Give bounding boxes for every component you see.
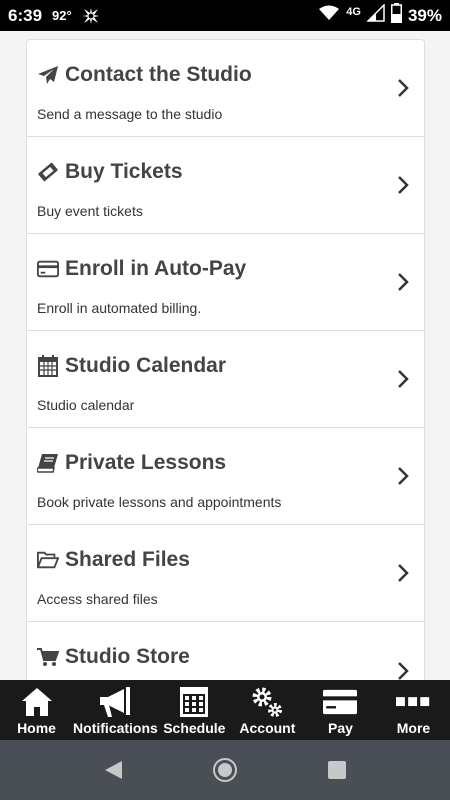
tab-account[interactable]: Account bbox=[231, 680, 304, 740]
tab-label: Schedule bbox=[163, 720, 226, 736]
menu-item-description: Studio calendar bbox=[37, 397, 135, 413]
schedule-grid-icon bbox=[177, 685, 211, 719]
main-content: Contact the Studio Send a message to the… bbox=[0, 31, 450, 680]
tab-label: Account bbox=[239, 720, 296, 736]
tab-label: Pay bbox=[327, 720, 353, 736]
chevron-right-icon bbox=[396, 76, 410, 100]
menu-item-studio-store[interactable]: Studio Store bbox=[27, 622, 424, 680]
tab-label: More bbox=[396, 720, 431, 736]
card-icon bbox=[323, 685, 358, 719]
battery-percent: 39% bbox=[407, 5, 442, 25]
menu-card-list: Contact the Studio Send a message to the… bbox=[26, 39, 425, 680]
menu-item-title: Buy Tickets bbox=[65, 160, 183, 183]
tab-notifications[interactable]: Notifications bbox=[73, 680, 158, 740]
recents-button[interactable] bbox=[324, 757, 350, 783]
menu-item-title: Private Lessons bbox=[65, 451, 227, 474]
wifi-icon bbox=[318, 5, 340, 26]
status-time: 6:39 bbox=[8, 5, 43, 25]
folder-open-icon bbox=[37, 549, 59, 571]
megaphone-icon bbox=[98, 685, 132, 719]
ticket-icon bbox=[37, 161, 59, 183]
back-button[interactable] bbox=[100, 757, 126, 783]
chevron-right-icon bbox=[396, 659, 410, 681]
shopping-cart-icon bbox=[37, 646, 59, 668]
home-icon bbox=[20, 685, 54, 719]
system-nav-bar bbox=[0, 740, 450, 800]
chevron-right-icon bbox=[396, 367, 410, 391]
menu-item-private-lessons[interactable]: Private Lessons Book private lessons and… bbox=[27, 428, 424, 525]
signal-icon bbox=[366, 3, 385, 27]
gears-icon bbox=[250, 685, 284, 719]
tab-label: Notifications bbox=[73, 720, 158, 736]
bottom-tab-bar: Home Notifications Schedule Account Pay … bbox=[0, 680, 450, 740]
status-right-group: 4G 39% bbox=[318, 3, 442, 28]
calendar-icon bbox=[37, 355, 59, 377]
credit-card-icon bbox=[37, 258, 59, 280]
menu-item-title: Contact the Studio bbox=[65, 63, 252, 86]
more-dots-icon bbox=[396, 685, 430, 719]
tab-home[interactable]: Home bbox=[0, 680, 73, 740]
menu-item-description: Buy event tickets bbox=[37, 203, 143, 219]
status-bar: 6:39 92° 4G 39% bbox=[0, 0, 450, 31]
menu-item-title: Shared Files bbox=[65, 548, 190, 571]
menu-item-title: Enroll in Auto-Pay bbox=[65, 257, 247, 280]
app-notification-icon bbox=[82, 7, 100, 25]
menu-item-description: Book private lessons and appointments bbox=[37, 494, 282, 510]
chevron-right-icon bbox=[396, 464, 410, 488]
battery-icon bbox=[390, 3, 402, 28]
chevron-right-icon bbox=[396, 561, 410, 585]
menu-item-title: Studio Store bbox=[65, 645, 190, 668]
book-icon bbox=[37, 452, 59, 474]
menu-item-description: Send a message to the studio bbox=[37, 106, 223, 122]
menu-item-buy-tickets[interactable]: Buy Tickets Buy event tickets bbox=[27, 137, 424, 234]
network-type: 4G bbox=[346, 5, 361, 18]
chevron-right-icon bbox=[396, 173, 410, 197]
home-button[interactable] bbox=[212, 757, 238, 783]
status-temperature: 92° bbox=[52, 8, 72, 23]
chevron-right-icon bbox=[396, 270, 410, 294]
paper-plane-icon bbox=[37, 64, 59, 86]
menu-item-auto-pay[interactable]: Enroll in Auto-Pay Enroll in automated b… bbox=[27, 234, 424, 331]
menu-item-description: Access shared files bbox=[37, 591, 158, 607]
tab-pay[interactable]: Pay bbox=[304, 680, 377, 740]
menu-item-studio-calendar[interactable]: Studio Calendar Studio calendar bbox=[27, 331, 424, 428]
tab-more[interactable]: More bbox=[377, 680, 450, 740]
tab-schedule[interactable]: Schedule bbox=[158, 680, 231, 740]
menu-item-description: Enroll in automated billing. bbox=[37, 300, 202, 316]
tab-label: Home bbox=[17, 720, 56, 736]
menu-item-title: Studio Calendar bbox=[65, 354, 227, 377]
menu-item-shared-files[interactable]: Shared Files Access shared files bbox=[27, 525, 424, 622]
menu-item-contact-studio[interactable]: Contact the Studio Send a message to the… bbox=[27, 40, 424, 137]
